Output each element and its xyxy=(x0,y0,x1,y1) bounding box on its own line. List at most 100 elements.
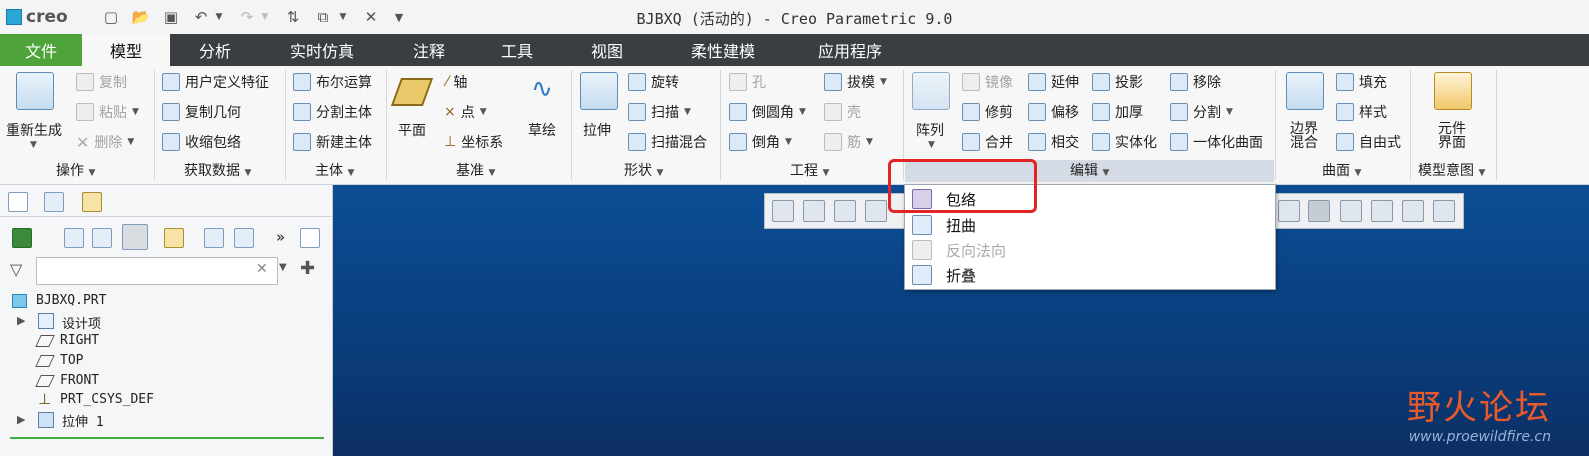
group-shapes[interactable]: 形状 ▼ xyxy=(624,160,663,180)
mirror-button[interactable]: 镜像 xyxy=(962,72,1013,92)
freestyle-button[interactable]: 自由式 xyxy=(1336,132,1401,152)
menu-item-flip-normal[interactable]: 反向法向 xyxy=(946,240,1006,261)
intersect-button[interactable]: 相交 xyxy=(1028,132,1079,152)
layer-tree-tab-icon[interactable] xyxy=(44,192,64,212)
tab-model[interactable]: 模型 xyxy=(82,34,170,66)
tree-filter-icon[interactable] xyxy=(204,228,224,248)
delete-button[interactable]: ✕ 删除 ▼ xyxy=(76,132,134,152)
boundary-blend-icon[interactable] xyxy=(1286,72,1324,110)
tree-columns-icon[interactable] xyxy=(122,224,148,250)
fill-button[interactable]: 填充 xyxy=(1336,72,1387,92)
revolve-button[interactable]: 旋转 xyxy=(628,72,679,92)
plane-button[interactable]: 平面 xyxy=(398,120,426,140)
boolean-button[interactable]: 布尔运算 xyxy=(293,72,372,92)
pattern-button[interactable]: 阵列 xyxy=(916,120,944,140)
tab-live-simulation[interactable]: 实时仿真 xyxy=(276,34,368,66)
regenerate-dropdown-icon[interactable]: ▼ xyxy=(30,140,37,150)
solidify-button[interactable]: 实体化 xyxy=(1092,132,1157,152)
hole-button[interactable]: 孔 xyxy=(729,72,766,92)
appearance-icon[interactable] xyxy=(1371,200,1393,222)
tree-folder-icon[interactable] xyxy=(164,228,184,248)
thicken-button[interactable]: 加厚 xyxy=(1092,102,1143,122)
sweep-button[interactable]: 扫描 ▼ xyxy=(628,102,691,122)
component-interface-icon[interactable] xyxy=(1434,72,1472,110)
regenerate-button[interactable]: 重新生成 xyxy=(6,120,62,140)
search-input[interactable] xyxy=(36,257,278,285)
pattern-dropdown-icon[interactable]: ▼ xyxy=(928,140,935,150)
extrude-icon[interactable] xyxy=(580,72,618,110)
pattern-icon[interactable] xyxy=(912,72,950,110)
zoom-in-icon[interactable] xyxy=(803,200,825,222)
tree-settings-icon[interactable] xyxy=(234,228,254,248)
csys-display-icon[interactable] xyxy=(1278,200,1300,222)
group-engineering[interactable]: 工程 ▼ xyxy=(790,160,829,180)
tree-item-right[interactable]: RIGHT xyxy=(60,333,99,348)
expand-icon[interactable]: ▶ xyxy=(17,413,25,426)
sketch-button[interactable]: 草绘 xyxy=(528,120,556,140)
zoom-out-icon[interactable] xyxy=(834,200,856,222)
tab-flexible-modeling[interactable]: 柔性建模 xyxy=(668,34,778,66)
tab-view[interactable]: 视图 xyxy=(574,34,640,66)
folder-browser-tab-icon[interactable] xyxy=(82,192,102,212)
expand-icon[interactable]: ▶ xyxy=(17,314,25,327)
green-cube-icon[interactable] xyxy=(12,228,32,248)
annotation-display-icon[interactable] xyxy=(1340,200,1362,222)
extrude-button[interactable]: 拉伸 xyxy=(583,120,611,140)
copy-button[interactable]: 复制 xyxy=(76,72,127,92)
csys-button[interactable]: ⊥ 坐标系 xyxy=(444,132,503,152)
tab-annotate[interactable]: 注释 xyxy=(392,34,466,66)
draft-button[interactable]: 拔模 ▼ xyxy=(824,72,887,92)
sketch-icon[interactable]: ∿ xyxy=(524,74,560,108)
group-operations[interactable]: 操作 ▼ xyxy=(56,160,95,180)
group-surfaces[interactable]: 曲面 ▼ xyxy=(1322,160,1361,180)
boundary-blend-button[interactable]: 边界 混合 xyxy=(1290,122,1318,150)
regenerate-icon[interactable] xyxy=(16,72,54,110)
component-interface-button[interactable]: 元件 界面 xyxy=(1438,122,1466,150)
unify-surface-button[interactable]: 一体化曲面 xyxy=(1170,132,1263,152)
tree-item-top[interactable]: TOP xyxy=(60,353,83,368)
shrinkwrap-button[interactable]: 收缩包络 xyxy=(162,132,241,152)
tree-notes-icon[interactable] xyxy=(300,228,320,248)
menu-item-fold[interactable]: 折叠 xyxy=(946,265,976,286)
trim-button[interactable]: 修剪 xyxy=(962,102,1013,122)
style-button[interactable]: 样式 xyxy=(1336,102,1387,122)
search-dropdown-icon[interactable]: ▼ xyxy=(279,262,287,273)
more-icon[interactable]: » xyxy=(276,228,285,246)
tab-tools[interactable]: 工具 xyxy=(482,34,552,66)
offset-button[interactable]: 偏移 xyxy=(1028,102,1079,122)
tree-item-csys[interactable]: PRT_CSYS_DEF xyxy=(60,392,154,407)
new-body-button[interactable]: 新建主体 xyxy=(293,132,372,152)
extend-button[interactable]: 延伸 xyxy=(1028,72,1079,92)
chamfer-button[interactable]: 倒角 ▼ xyxy=(729,132,792,152)
remove-button[interactable]: 移除 xyxy=(1170,72,1221,92)
split-button[interactable]: 分割 ▼ xyxy=(1170,102,1233,122)
point-button[interactable]: × 点 ▼ xyxy=(444,102,487,122)
add-icon[interactable]: ✚ xyxy=(300,258,315,279)
paste-button[interactable]: 粘贴 ▼ xyxy=(76,102,139,122)
tree-list-icon[interactable] xyxy=(64,228,84,248)
clear-search-icon[interactable]: ✕ xyxy=(256,261,268,277)
group-datum[interactable]: 基准 ▼ xyxy=(456,160,495,180)
refit-icon[interactable] xyxy=(772,200,794,222)
group-body[interactable]: 主体 ▼ xyxy=(315,160,354,180)
project-button[interactable]: 投影 xyxy=(1092,72,1143,92)
tree-item-front[interactable]: FRONT xyxy=(60,373,99,388)
tree-item-design-items[interactable]: 设计项 xyxy=(62,313,101,332)
tab-file[interactable]: 文件 xyxy=(0,34,82,66)
group-get-data[interactable]: 获取数据 ▼ xyxy=(184,160,251,180)
merge-button[interactable]: 合并 xyxy=(962,132,1013,152)
tree-item-extrude[interactable]: 拉伸 1 xyxy=(62,411,104,430)
pause-icon[interactable] xyxy=(1402,200,1424,222)
udf-button[interactable]: 用户定义特征 xyxy=(162,72,269,92)
split-body-button[interactable]: 分割主体 xyxy=(293,102,372,122)
swept-blend-button[interactable]: 扫描混合 xyxy=(628,132,707,152)
display-style-icon[interactable] xyxy=(1433,200,1455,222)
repaint-icon[interactable] xyxy=(865,200,887,222)
tab-applications[interactable]: 应用程序 xyxy=(792,34,908,66)
rib-button[interactable]: 筋 ▼ xyxy=(824,132,873,152)
model-tree-tab-icon[interactable] xyxy=(8,192,28,212)
copy-geometry-button[interactable]: 复制几何 xyxy=(162,102,241,122)
group-editing[interactable]: 编辑 ▼ xyxy=(1070,160,1109,180)
tree-item-part[interactable]: BJBXQ.PRT xyxy=(36,293,106,308)
spin-center-icon[interactable] xyxy=(1308,200,1330,222)
